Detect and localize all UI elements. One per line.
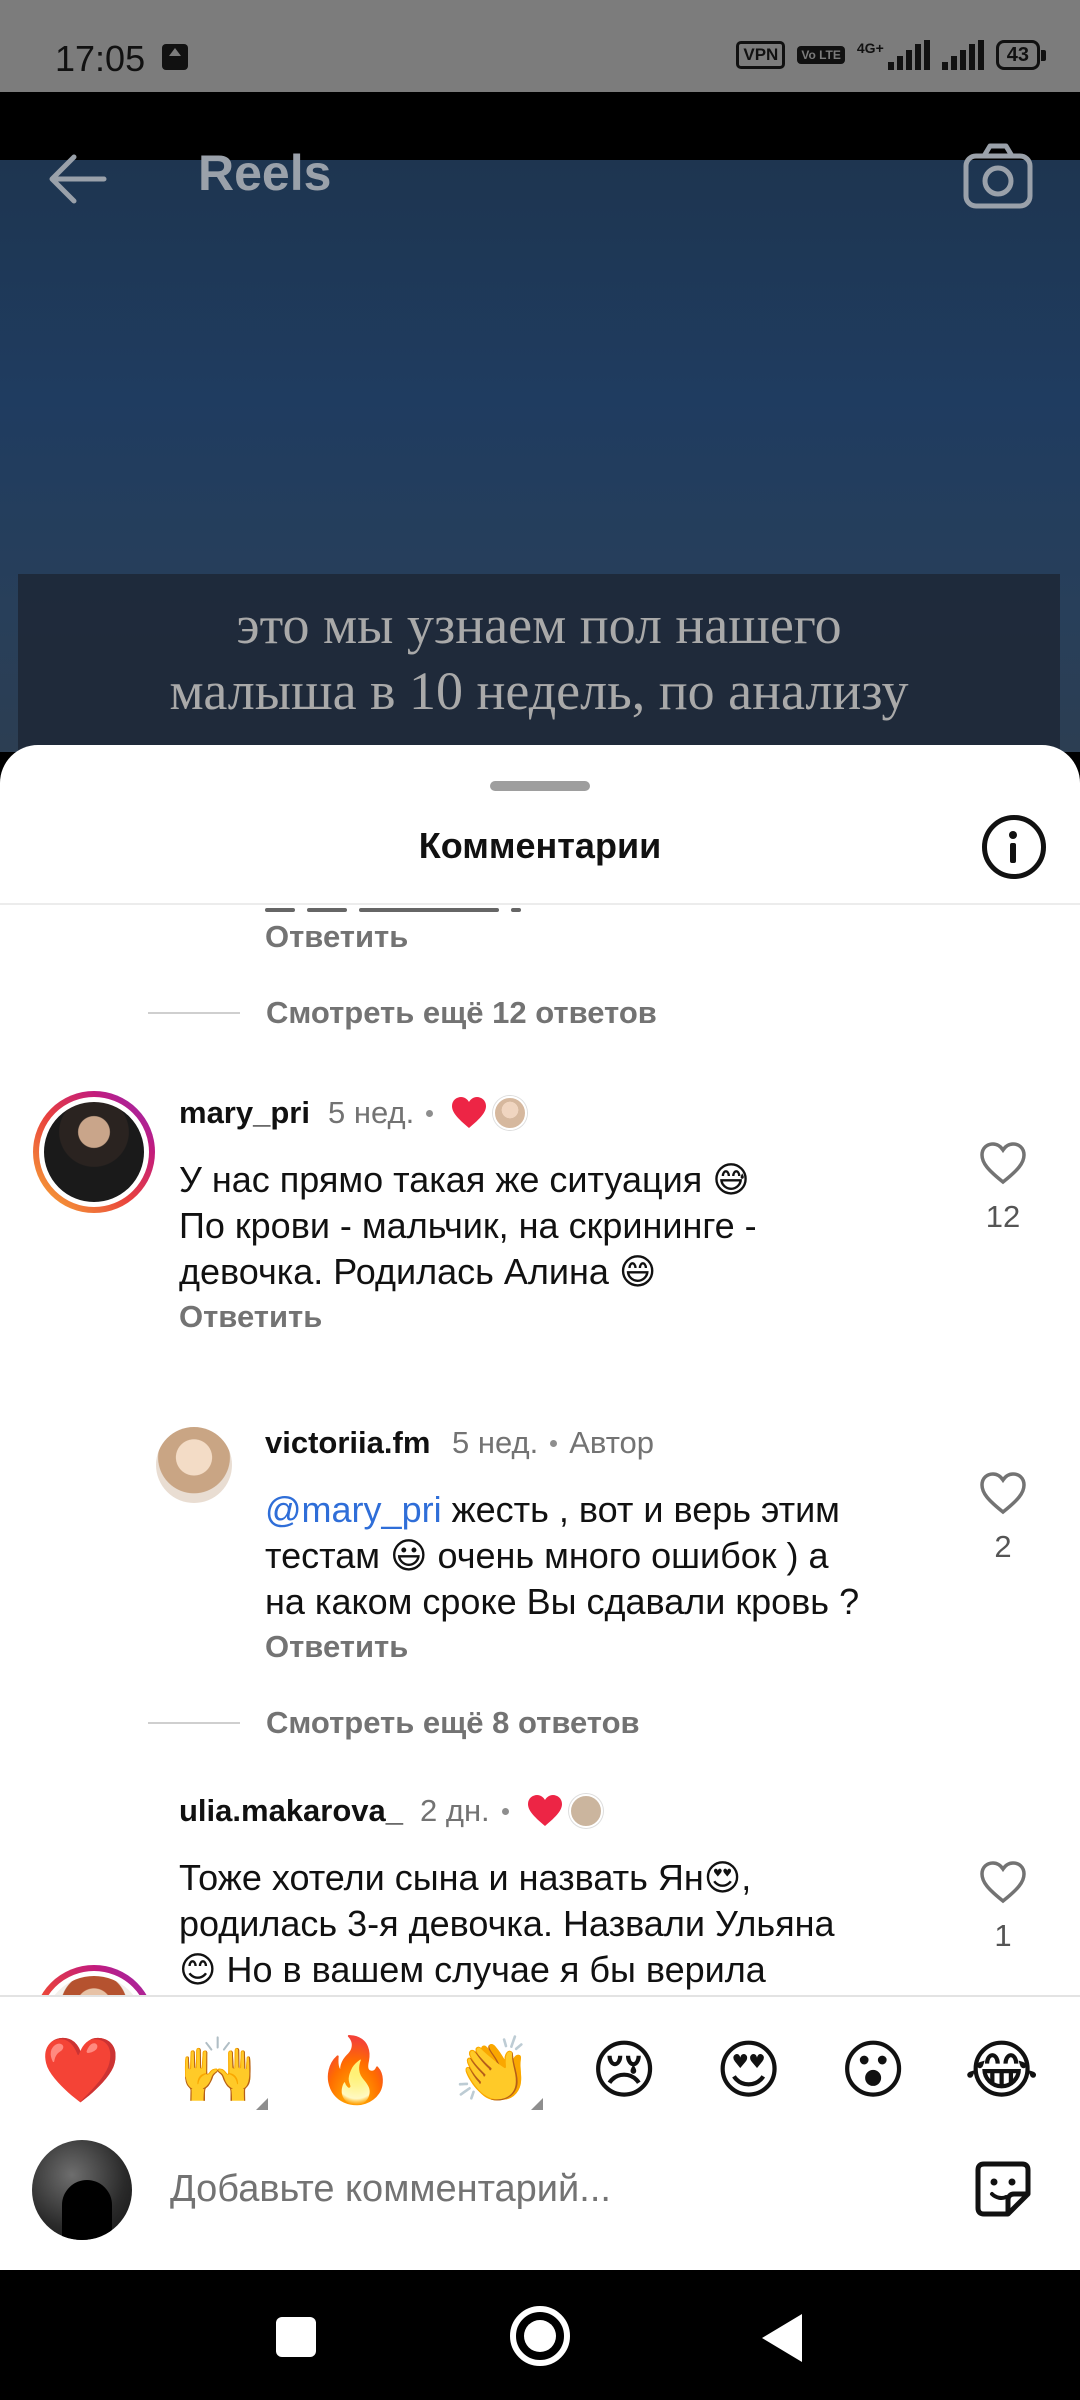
- like-count: 2: [994, 1529, 1012, 1564]
- reply-button[interactable]: Ответить: [179, 1299, 322, 1335]
- like-button[interactable]: 1: [963, 1860, 1043, 1954]
- network-type: 4G+: [856, 40, 884, 56]
- system-nav-bar: [0, 2270, 1080, 2400]
- view-more-replies[interactable]: Смотреть ещё 12 ответов: [148, 993, 657, 1033]
- heart-outline-icon: [980, 1142, 1026, 1185]
- back-icon[interactable]: [762, 2314, 802, 2362]
- comments-list[interactable]: Ответить Смотреть ещё 12 ответов mary_pr…: [0, 905, 1080, 2065]
- comment-input-bar: Добавьте комментарий...: [0, 2140, 1080, 2270]
- comment-time: 5 нед.: [452, 1425, 539, 1460]
- reply-button[interactable]: Ответить: [265, 1629, 408, 1665]
- comment-text: Тоже хотели сына и назвать Ян😍, родилась…: [179, 1857, 835, 1990]
- comment-time: 5 нед.: [328, 1095, 415, 1130]
- like-count: 12: [985, 1199, 1021, 1234]
- heart-outline-icon: [980, 1861, 1026, 1904]
- comment-meta: 5 нед. Автор: [452, 1425, 654, 1461]
- like-count: 1: [994, 1918, 1012, 1953]
- volte-badge: Vo LTE: [797, 46, 845, 64]
- mention-link[interactable]: @mary_pri: [265, 1489, 442, 1530]
- sheet-title: Комментарии: [418, 825, 662, 866]
- comment-username[interactable]: ulia.makarova_: [179, 1793, 403, 1829]
- caption-line-1: это мы узнаем пол нашего: [236, 595, 842, 655]
- avatar[interactable]: [33, 1091, 155, 1213]
- reel-header: Reels: [0, 92, 1080, 252]
- emoji-raised-hands[interactable]: 🙌: [178, 2036, 268, 2110]
- reply-button[interactable]: Ответить: [265, 919, 408, 955]
- reel-background: Reels это мы узнаем пол нашего малыша в …: [0, 92, 1080, 752]
- info-icon[interactable]: [982, 815, 1046, 879]
- emoji-crying[interactable]: 😢: [591, 2036, 658, 2106]
- like-button[interactable]: 12: [963, 1141, 1043, 1235]
- sheet-drag-handle[interactable]: [490, 781, 590, 791]
- divider-line: [148, 1722, 240, 1724]
- emoji-clap[interactable]: 👏: [453, 2036, 543, 2110]
- like-button[interactable]: 2: [963, 1471, 1043, 1565]
- battery-icon: 43: [995, 40, 1047, 70]
- author-badge: Автор: [569, 1425, 655, 1460]
- sticker-icon[interactable]: [970, 2156, 1036, 2222]
- divider-line: [148, 1012, 240, 1014]
- emoji-quick-bar: ❤️ 🙌 🔥 👏 😢 😍 😮 😂: [0, 1995, 1080, 2145]
- author-mini-avatar: [568, 1794, 603, 1828]
- comment-text: У нас прямо такая же ситуация 😅 По крови…: [179, 1159, 757, 1292]
- comment-input[interactable]: Добавьте комментарий...: [170, 2168, 611, 2211]
- signal-icon-2: [941, 40, 984, 70]
- view-more-replies-label: Смотреть ещё 8 ответов: [266, 1705, 640, 1740]
- comment-meta: 5 нед.: [328, 1095, 528, 1131]
- author-liked-heart-icon: [527, 1795, 562, 1826]
- author-mini-avatar: [493, 1096, 528, 1130]
- comment-meta: 2 дн.: [420, 1793, 603, 1829]
- camera-icon[interactable]: [962, 140, 1034, 212]
- reel-caption: это мы узнаем пол нашего малыша в 10 нед…: [18, 592, 1060, 724]
- status-time: 17:05: [55, 38, 146, 79]
- view-more-replies-label: Смотреть ещё 12 ответов: [266, 995, 657, 1030]
- emoji-heart[interactable]: ❤️: [41, 2036, 121, 2106]
- author-liked-heart-icon: [452, 1097, 487, 1128]
- signal-icon: [887, 40, 930, 70]
- comment-username[interactable]: victoriia.fm: [265, 1425, 430, 1461]
- avatar[interactable]: [156, 1427, 232, 1503]
- reels-title: Reels: [198, 145, 332, 201]
- upload-notification-icon: [162, 44, 188, 70]
- status-bar: 17:05 VPN Vo LTE 4G+ 43: [0, 0, 1080, 92]
- vpn-badge: VPN: [736, 41, 786, 69]
- view-more-replies[interactable]: Смотреть ещё 8 ответов: [148, 1703, 640, 1743]
- comment-time: 2 дн.: [420, 1793, 490, 1828]
- emoji-laughing[interactable]: 😂: [964, 2036, 1039, 2106]
- emoji-heart-eyes[interactable]: 😍: [715, 2036, 782, 2106]
- emoji-surprised[interactable]: 😮: [840, 2036, 907, 2106]
- my-avatar: [32, 2140, 132, 2240]
- back-arrow-icon[interactable]: [44, 146, 110, 212]
- home-icon[interactable]: [510, 2306, 570, 2366]
- comment-text: @mary_pri жесть , вот и верь этим тестам…: [265, 1489, 860, 1622]
- recent-apps-icon[interactable]: [276, 2317, 316, 2357]
- heart-outline-icon: [980, 1472, 1026, 1515]
- caption-line-2: малыша в 10 недель, по анализу: [169, 661, 909, 721]
- emoji-fire[interactable]: 🔥: [316, 2036, 396, 2106]
- status-icons: VPN Vo LTE 4G+ 43: [736, 40, 1047, 70]
- comment-username[interactable]: mary_pri: [179, 1095, 310, 1131]
